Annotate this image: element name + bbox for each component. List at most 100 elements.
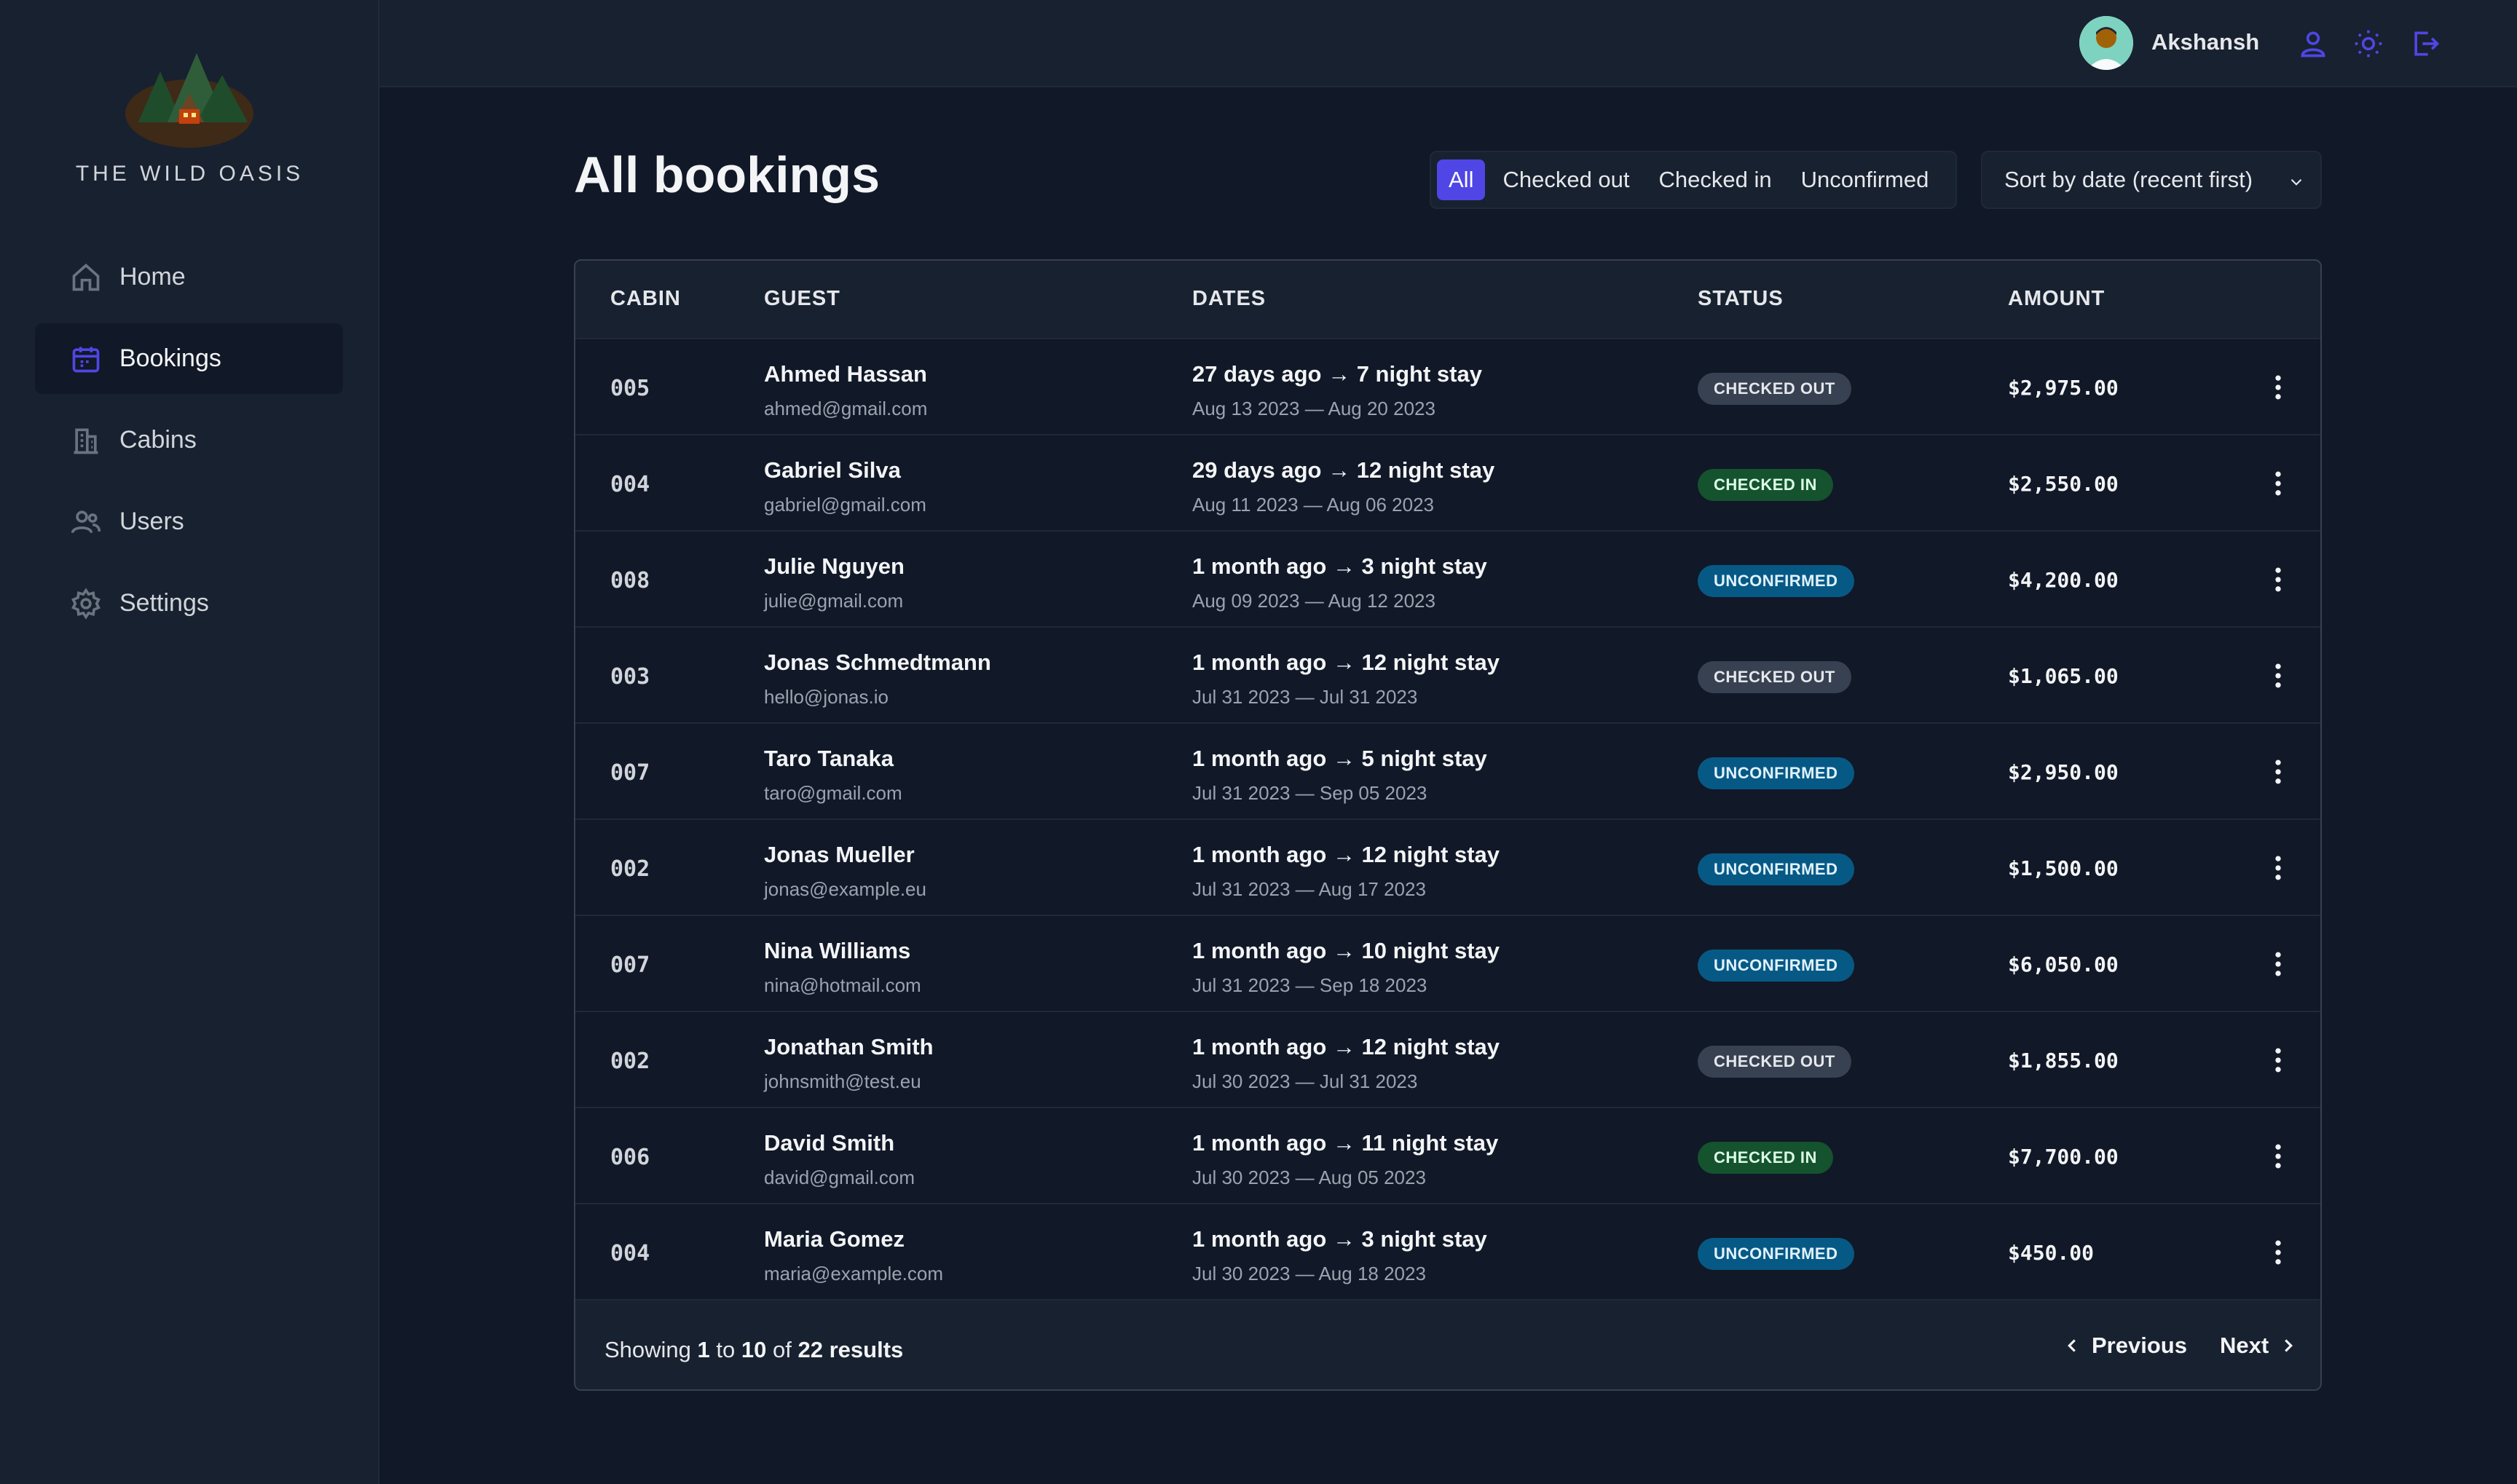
guest-email: hello@jonas.io (764, 686, 889, 708)
status-cell: CHECKED OUT (1698, 373, 1851, 405)
booking-amount: $1,065.00 (2008, 664, 2119, 688)
filter-unconfirmed[interactable]: Unconfirmed (1789, 159, 1941, 200)
table-row: 007 Taro Tanaka taro@gmail.com 1 month ago … (575, 724, 2320, 820)
sidebar-item-settings[interactable]: Settings (35, 568, 343, 639)
guest-cell: Julie Nguyen julie@gmail.com (764, 553, 905, 612)
sidebar-item-bookings[interactable]: Bookings (35, 323, 343, 394)
column-header-cabin: CABIN (610, 287, 681, 310)
booking-amount: $7,700.00 (2008, 1145, 2119, 1169)
dates-cell: 1 month ago → 12 night stay Jul 31 2023 —… (1192, 650, 1500, 709)
status-cell: UNCONFIRMED (1698, 757, 1854, 789)
row-menu-button[interactable] (2262, 1044, 2294, 1076)
booking-amount: $450.00 (2008, 1241, 2095, 1265)
previous-page-button[interactable]: Previous (2061, 1333, 2187, 1359)
building-icon (70, 425, 102, 457)
logout-icon (2414, 31, 2440, 56)
table-row: 002 Jonathan Smith johnsmith@test.eu 1 mont… (575, 1012, 2320, 1108)
status-badge: CHECKED OUT (1698, 1046, 1851, 1078)
row-menu-button[interactable] (2262, 1140, 2294, 1172)
theme-toggle-button[interactable] (2352, 28, 2384, 60)
column-header-status: STATUS (1698, 287, 1784, 310)
cabin-number: 007 (610, 952, 650, 978)
sidebar-item-label: Bookings (119, 344, 221, 372)
booking-amount: $2,950.00 (2008, 760, 2119, 784)
row-menu-button[interactable] (2262, 852, 2294, 884)
row-menu-button[interactable] (2262, 1236, 2294, 1268)
row-menu-button[interactable] (2262, 660, 2294, 692)
filter-all[interactable]: All (1437, 159, 1486, 200)
guest-cell: David Smith david@gmail.com (764, 1130, 915, 1189)
status-filter: All Checked out Checked in Unconfirmed (1430, 151, 1957, 209)
chevron-left-icon (2068, 1339, 2076, 1352)
guest-email: ahmed@gmail.com (764, 398, 928, 419)
date-range: Jul 31 2023 — Sep 18 2023 (1192, 974, 1427, 996)
top-header: Akshansh (379, 0, 2517, 87)
more-vertical-icon (2275, 375, 2281, 400)
guest-cell: Maria Gomez maria@example.com (764, 1226, 943, 1285)
previous-label: Previous (2092, 1333, 2187, 1358)
guest-name: Maria Gomez (764, 1226, 905, 1252)
guest-email: gabriel@gmail.com (764, 494, 926, 516)
status-cell: UNCONFIRMED (1698, 565, 1854, 597)
stay-summary: 27 days ago → 7 night stay (1192, 361, 1482, 387)
filter-checked-in[interactable]: Checked in (1647, 159, 1784, 200)
filter-checked-out[interactable]: Checked out (1491, 159, 1641, 200)
sort-select[interactable]: Sort by date (recent first) (1981, 151, 2322, 209)
more-vertical-icon (2275, 1048, 2281, 1073)
sidebar-item-label: Home (119, 263, 186, 291)
table-row: 007 Nina Williams nina@hotmail.com 1 month … (575, 916, 2320, 1012)
home-icon (70, 261, 102, 293)
summary-from: 1 (697, 1337, 710, 1362)
summary-of-word: of (773, 1337, 792, 1362)
dates-cell: 1 month ago → 3 night stay Jul 30 2023 — … (1192, 1226, 1487, 1285)
app: THE WILD OASIS Home Bookings Cabins User… (0, 0, 2517, 1484)
date-range: Jul 31 2023 — Aug 17 2023 (1192, 878, 1426, 900)
sidebar-item-users[interactable]: Users (35, 486, 343, 557)
stay-summary: 1 month ago → 12 night stay (1192, 650, 1500, 675)
row-menu-button[interactable] (2262, 756, 2294, 788)
date-range: Aug 11 2023 — Aug 06 2023 (1192, 494, 1435, 516)
next-page-button[interactable]: Next (2220, 1333, 2299, 1359)
row-menu-button[interactable] (2262, 564, 2294, 596)
account-button[interactable] (2297, 28, 2329, 60)
sidebar-item-cabins[interactable]: Cabins (35, 405, 343, 475)
cabin-number: 006 (610, 1145, 650, 1170)
stay-summary: 1 month ago → 3 night stay (1192, 1226, 1487, 1252)
guest-name: Julie Nguyen (764, 553, 905, 579)
date-range: Aug 13 2023 — Aug 20 2023 (1192, 398, 1435, 419)
dates-cell: 1 month ago → 11 night stay Jul 30 2023 —… (1192, 1130, 1498, 1189)
more-vertical-icon (2275, 1144, 2281, 1169)
dates-cell: 1 month ago → 12 night stay Jul 31 2023 —… (1192, 842, 1500, 901)
summary-results-word: results (829, 1337, 904, 1362)
status-badge: CHECKED IN (1698, 1142, 1833, 1174)
sidebar-item-home[interactable]: Home (35, 242, 343, 312)
page-title: All bookings (574, 146, 880, 203)
guest-email: david@gmail.com (764, 1167, 915, 1188)
table-row: 004 Gabriel Silva gabriel@gmail.com 29 days… (575, 435, 2320, 532)
date-range: Jul 30 2023 — Aug 18 2023 (1192, 1263, 1426, 1284)
more-vertical-icon (2275, 856, 2281, 880)
brand-name: THE WILD OASIS (75, 162, 304, 186)
date-range: Jul 30 2023 — Aug 05 2023 (1192, 1167, 1426, 1188)
calendar-icon (70, 343, 102, 375)
row-menu-button[interactable] (2262, 371, 2294, 403)
row-menu-button[interactable] (2262, 948, 2294, 980)
guest-cell: Ahmed Hassan ahmed@gmail.com (764, 361, 927, 420)
sidebar-nav: Home Bookings Cabins Users Settings (35, 242, 343, 650)
table-row: 008 Julie Nguyen julie@gmail.com 1 month ag… (575, 532, 2320, 628)
table-row: 005 Ahmed Hassan ahmed@gmail.com 27 days ag… (575, 339, 2320, 435)
table-footer: Showing 1 to 10 of 22 results Previous N… (575, 1311, 2320, 1389)
dates-cell: 27 days ago → 7 night stay Aug 13 2023 — … (1192, 361, 1482, 420)
more-vertical-icon (2275, 952, 2281, 976)
sidebar-item-label: Settings (119, 589, 209, 617)
guest-cell: Nina Williams nina@hotmail.com (764, 938, 921, 997)
sidebar-item-label: Users (119, 508, 184, 535)
guest-cell: Taro Tanaka taro@gmail.com (764, 746, 902, 805)
more-vertical-icon (2275, 471, 2281, 496)
guest-name: Taro Tanaka (764, 746, 894, 771)
logout-button[interactable] (2409, 28, 2441, 60)
user-name: Akshansh (2151, 29, 2260, 55)
row-menu-button[interactable] (2262, 467, 2294, 500)
status-cell: UNCONFIRMED (1698, 853, 1854, 885)
guest-name: Jonas Schmedtmann (764, 650, 991, 675)
